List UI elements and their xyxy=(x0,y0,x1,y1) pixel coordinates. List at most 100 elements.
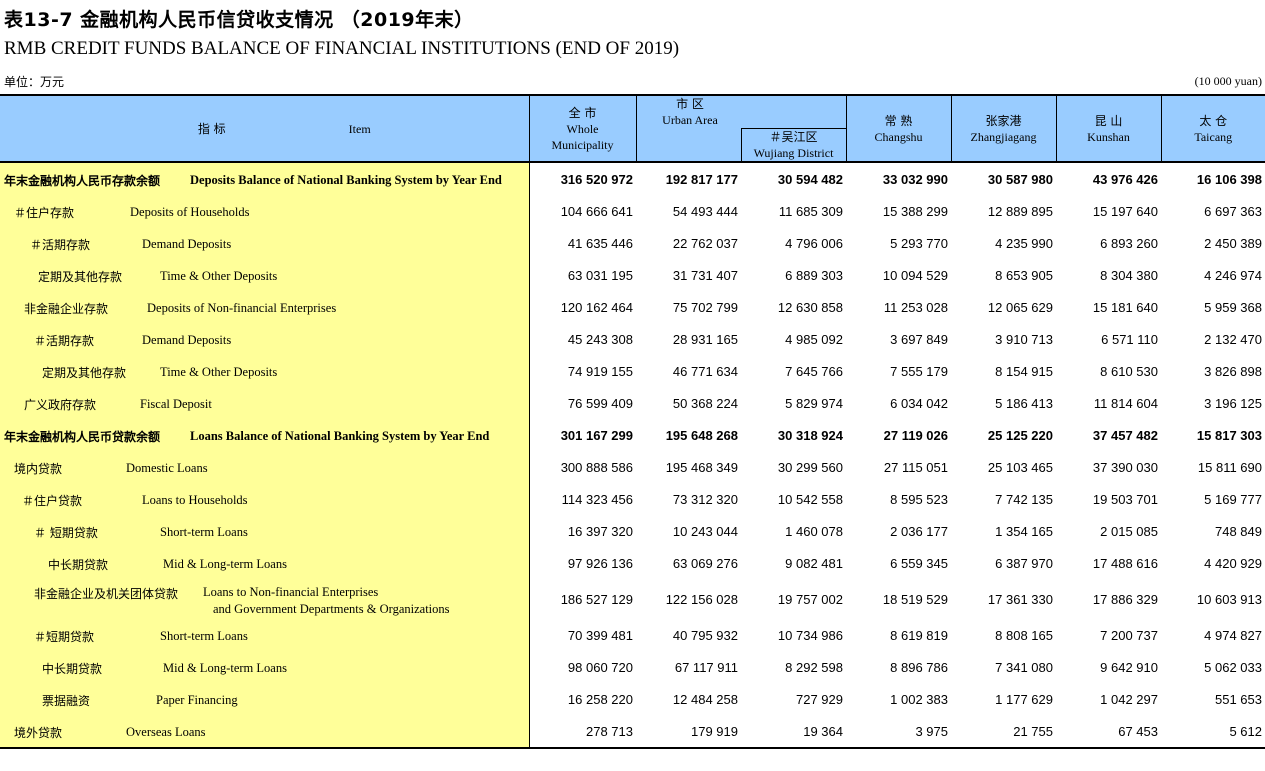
cell-kunshan: 1 042 297 xyxy=(1100,691,1158,707)
cell-changshu: 33 032 990 xyxy=(882,171,948,187)
row-label-en: Paper Financing xyxy=(156,693,238,707)
cell-whole: 300 888 586 xyxy=(560,459,633,475)
table-row: 年末金融机构人民币存款余额 Deposits Balance of Nationa… xyxy=(0,162,1265,195)
header-wujiang-district: ＃吴江区 Wujiang District xyxy=(740,128,846,162)
cell-urban: 40 795 932 xyxy=(672,627,738,643)
cell-whole: 16 397 320 xyxy=(567,523,633,539)
cell-wujiang: 30 318 924 xyxy=(777,427,843,443)
cell-zhangjiagang: 5 186 413 xyxy=(995,395,1053,411)
cell-urban: 192 817 177 xyxy=(665,171,738,187)
cell-changshu: 27 115 051 xyxy=(883,459,948,475)
row-label-cn: 广义政府存款 xyxy=(24,398,97,412)
row-label-en: Fiscal Deposit xyxy=(140,397,212,411)
row-label: ＃活期存款 Demand Deposits xyxy=(0,323,530,355)
cell-changshu: 8 619 819 xyxy=(890,627,948,643)
cell-kunshan: 67 453 xyxy=(1118,723,1158,739)
cell-whole: 97 926 136 xyxy=(567,555,633,571)
table-row: 定期及其他存款 Time & Other Deposits 63 031 195 … xyxy=(0,259,1265,291)
cell-kunshan: 37 390 030 xyxy=(1092,459,1158,475)
cell-urban: 28 931 165 xyxy=(672,331,738,347)
row-label-en: Deposits of Households xyxy=(130,205,250,219)
header-urban-en: Urban Area xyxy=(662,113,718,127)
cell-changshu: 18 519 529 xyxy=(882,591,948,607)
unit-label-chinese: 单位：万元 xyxy=(4,75,65,89)
table-row: 非金融企业存款 Deposits of Non-financial Enterpr… xyxy=(0,291,1265,323)
cell-zhangjiagang: 12 889 895 xyxy=(987,203,1053,219)
table-row: ＃活期存款 Demand Deposits 45 243 308 28 931 1… xyxy=(0,323,1265,355)
row-label-cn: 年末金融机构人民币存款余额 xyxy=(4,174,161,188)
row-label-cn: 票据融资 xyxy=(42,694,91,708)
cell-urban: 54 493 444 xyxy=(672,203,738,219)
row-label-en: Loans to Households xyxy=(142,493,248,507)
table-row: 广义政府存款 Fiscal Deposit 76 599 409 50 368 2… xyxy=(0,387,1265,419)
cell-urban: 46 771 634 xyxy=(672,363,738,379)
cell-kunshan: 37 457 482 xyxy=(1092,427,1158,443)
cell-taicang: 551 653 xyxy=(1215,691,1262,707)
header-wujiang-en: Wujiang District xyxy=(753,146,834,160)
row-label: 境内贷款 Domestic Loans xyxy=(0,451,530,483)
cell-zhangjiagang: 7 742 135 xyxy=(995,491,1053,507)
header-item: 指 标 Item xyxy=(0,95,529,162)
row-label-cn: ＃短期贷款 xyxy=(34,630,95,644)
cell-wujiang: 19 364 xyxy=(803,723,843,739)
cell-zhangjiagang: 3 910 713 xyxy=(995,331,1053,347)
cell-whole: 74 919 155 xyxy=(567,363,633,379)
cell-whole: 301 167 299 xyxy=(560,427,633,443)
row-label-en: Demand Deposits xyxy=(142,333,232,347)
row-label-en: Demand Deposits xyxy=(142,237,232,251)
row-label-en: Time & Other Deposits xyxy=(160,269,278,283)
cell-urban: 63 069 276 xyxy=(672,555,738,571)
cell-taicang: 4 420 929 xyxy=(1204,555,1262,571)
cell-kunshan: 17 488 616 xyxy=(1092,555,1158,571)
cell-changshu: 3 697 849 xyxy=(890,331,948,347)
row-label: 中长期贷款 Mid & Long-term Loans xyxy=(0,547,530,579)
cell-zhangjiagang: 1 177 629 xyxy=(995,691,1053,707)
cell-zhangjiagang: 8 808 165 xyxy=(995,627,1053,643)
row-label-en: Loans Balance of National Banking System… xyxy=(190,429,490,443)
cell-taicang: 5 612 xyxy=(1229,723,1262,739)
row-label: 票据融资 Paper Financing xyxy=(0,683,530,715)
cell-kunshan: 9 642 910 xyxy=(1100,659,1158,675)
cell-wujiang: 12 630 858 xyxy=(777,299,843,315)
cell-taicang: 6 697 363 xyxy=(1204,203,1262,219)
cell-wujiang: 4 985 092 xyxy=(785,331,843,347)
row-label-en: Deposits of Non-financial Enterprises xyxy=(147,301,337,315)
cell-zhangjiagang: 30 587 980 xyxy=(987,171,1053,187)
cell-zhangjiagang: 7 341 080 xyxy=(995,659,1053,675)
table-row: ＃住户贷款 Loans to Households 114 323 456 73 … xyxy=(0,483,1265,515)
cell-taicang: 15 811 690 xyxy=(1197,459,1262,475)
cell-wujiang: 9 082 481 xyxy=(785,555,843,571)
row-label-en-line2: and Government Departments & Organizatio… xyxy=(213,602,450,616)
cell-wujiang: 8 292 598 xyxy=(785,659,843,675)
cell-kunshan: 7 200 737 xyxy=(1100,627,1158,643)
cell-taicang: 15 817 303 xyxy=(1196,427,1262,443)
cell-kunshan: 11 814 604 xyxy=(1093,395,1158,411)
cell-urban: 10 243 044 xyxy=(672,523,738,539)
header-wujiang-cn: ＃吴江区 xyxy=(769,130,818,144)
row-label: ＃ 短期贷款 Short-term Loans xyxy=(0,515,530,547)
cell-changshu: 27 119 026 xyxy=(883,427,948,443)
table-row: ＃活期存款 Demand Deposits 41 635 446 22 762 0… xyxy=(0,227,1265,259)
cell-changshu: 8 896 786 xyxy=(890,659,948,675)
cell-wujiang: 727 929 xyxy=(796,691,843,707)
header-item-cn: 指 标 xyxy=(197,121,226,136)
row-label-en: Short-term Loans xyxy=(160,525,248,539)
header-zhangjiagang-cn: 张家港 xyxy=(985,113,1022,128)
row-label-cn: ＃活期存款 xyxy=(34,334,95,348)
cell-taicang: 3 196 125 xyxy=(1204,395,1262,411)
cell-zhangjiagang: 25 103 465 xyxy=(987,459,1053,475)
cell-taicang: 2 132 470 xyxy=(1204,331,1262,347)
header-taicang: 太 仓 Taicang xyxy=(1160,95,1265,162)
cell-taicang: 10 603 913 xyxy=(1196,591,1262,607)
cell-whole: 316 520 972 xyxy=(560,171,633,187)
cell-whole: 76 599 409 xyxy=(567,395,633,411)
cell-urban: 22 762 037 xyxy=(672,235,738,251)
cell-kunshan: 17 886 329 xyxy=(1092,591,1158,607)
row-label-cn: 中长期贷款 xyxy=(42,662,103,676)
header-urban-area-group: 市 区 Urban Area xyxy=(635,95,846,129)
cell-whole: 278 713 xyxy=(586,723,633,739)
header-zhangjiagang-en: Zhangjiagang xyxy=(970,129,1037,144)
header-taicang-en: Taicang xyxy=(1194,129,1233,144)
row-label: ＃住户贷款 Loans to Households xyxy=(0,483,530,515)
cell-wujiang: 10 734 986 xyxy=(777,627,843,643)
